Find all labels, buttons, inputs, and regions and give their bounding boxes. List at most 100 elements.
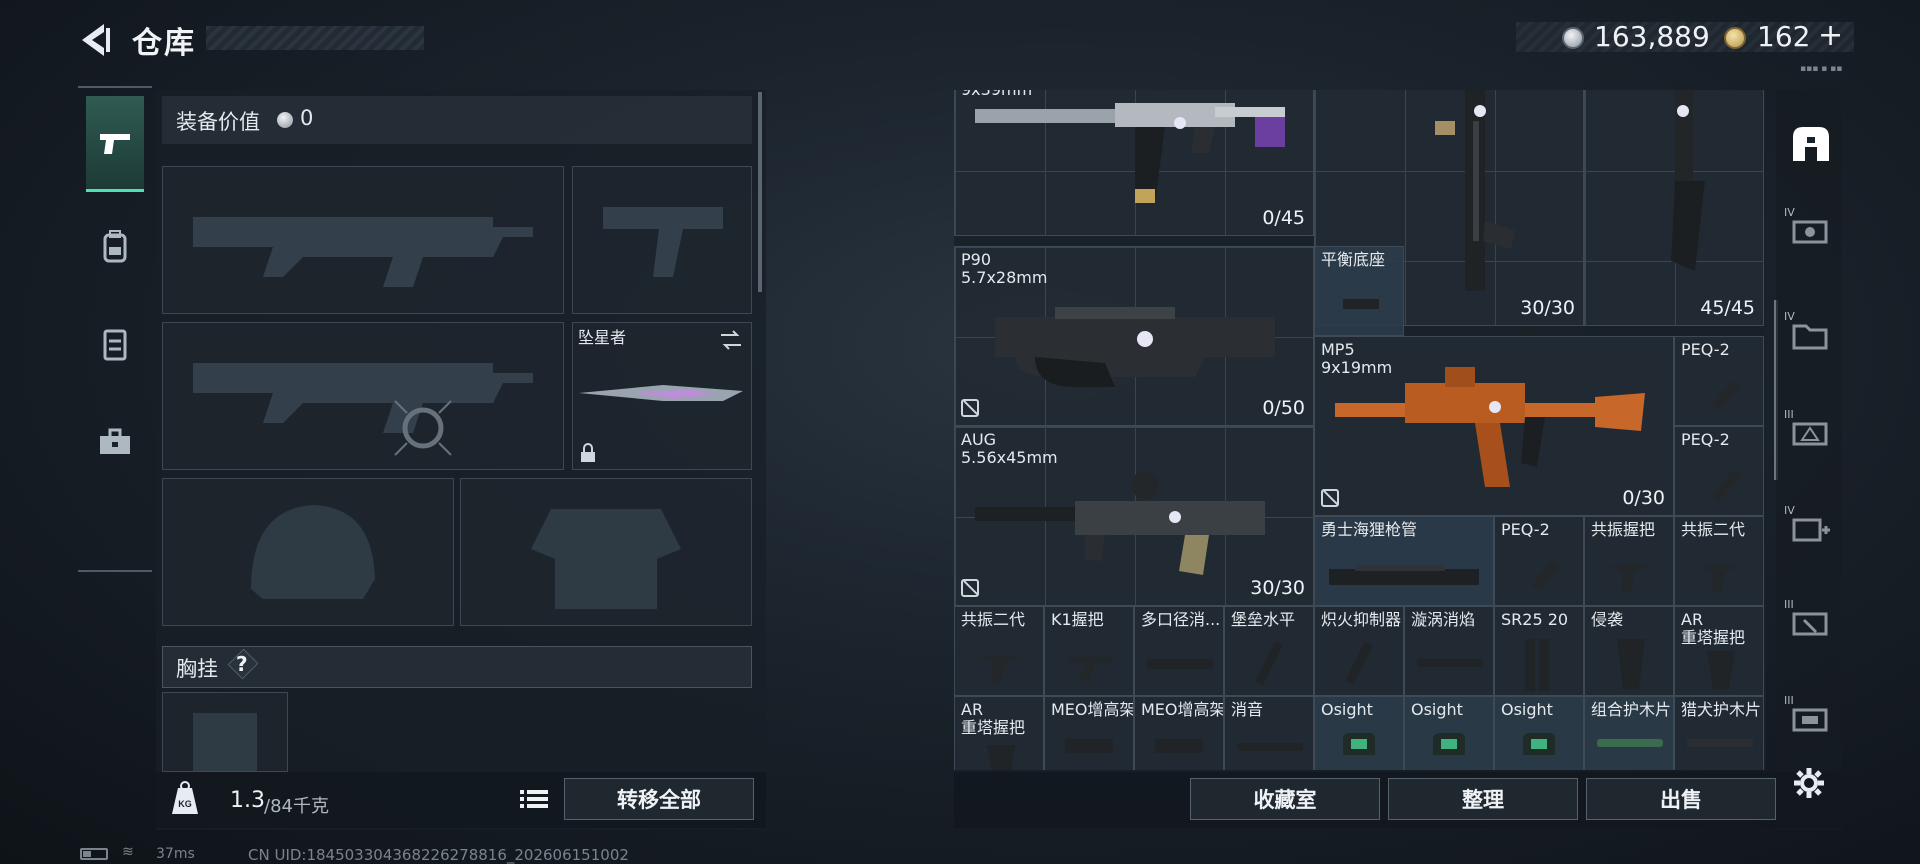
item-cell[interactable]: Osight (1404, 696, 1494, 770)
sight-icon (1433, 733, 1465, 755)
tier-label: III (1784, 408, 1794, 421)
tiny-label: ▪▪▪ ▪ ▪▪ (1800, 64, 1843, 74)
item-cell[interactable]: P90 5.7x28mm 0/50 (954, 246, 1314, 426)
category-misc-case[interactable]: III (1784, 694, 1834, 744)
item-cell[interactable]: K1握把 (1044, 606, 1134, 696)
item-cell[interactable]: PEQ-2 (1494, 516, 1584, 606)
item-cell[interactable]: 45/45 (1584, 90, 1764, 326)
suppressor-icon (1147, 659, 1213, 669)
token-balance: 162 (1757, 20, 1811, 53)
item-cell[interactable]: Osight (1314, 696, 1404, 770)
coin-balance: 163,889 (1594, 20, 1710, 53)
item-cell[interactable]: PEQ-2 (1674, 426, 1764, 516)
magazine-icon (1525, 639, 1549, 691)
item-name: 共振握把 (1591, 520, 1656, 539)
item-cell[interactable]: 组合护木片 (1584, 696, 1674, 770)
tab-weapons[interactable] (86, 96, 144, 192)
grip-icon (1699, 565, 1741, 593)
item-cell[interactable]: 多口径消... (1134, 606, 1224, 696)
pistol-grip-icon (1617, 639, 1645, 689)
back-button[interactable] (78, 20, 114, 60)
helmet-slot[interactable] (162, 478, 454, 626)
loadout-scrollbar[interactable] (758, 92, 762, 292)
user-uid: CN UID:1845033043682262788​16_2026061510… (248, 846, 629, 864)
weight-icon: KG (172, 781, 198, 814)
list-view-icon[interactable] (516, 782, 552, 816)
item-name: Osight (1411, 700, 1463, 719)
sidearm-slot[interactable] (572, 166, 752, 314)
tab-armor[interactable] (86, 296, 144, 392)
page-title: 仓库 (132, 26, 196, 61)
settings-gear-icon[interactable] (1792, 766, 1826, 800)
category-folder-case[interactable]: IV (1784, 310, 1834, 360)
weapon-case-icon (1792, 220, 1828, 244)
item-name: MEO增高架 (1051, 700, 1134, 719)
item-name: 堡垒水平 (1231, 610, 1296, 629)
rifle-stock-icon (1671, 90, 1705, 271)
grip-icon (1609, 565, 1651, 593)
swap-icon[interactable] (719, 329, 743, 351)
category-medical-case[interactable]: IV (1784, 504, 1834, 554)
tier-label: IV (1784, 504, 1795, 517)
item-cell[interactable]: 炽火抑制器 (1314, 606, 1404, 696)
warehouse-grid: 9x39mm 0/45 30/30 45/45 (954, 90, 1766, 770)
item-name: 侵袭 (1591, 610, 1624, 629)
item-cell[interactable]: MEO增高架 (1044, 696, 1134, 770)
chest-rig-label: 胸挂 (176, 657, 218, 681)
laser-icon (1711, 381, 1741, 411)
item-cell[interactable]: AR 重塔握把 (954, 696, 1044, 770)
battery-level (83, 851, 91, 857)
item-cell[interactable]: 猎犬护木片 (1674, 696, 1764, 770)
tab-backpack[interactable] (86, 198, 144, 294)
item-cell[interactable]: PEQ-2 (1674, 336, 1764, 426)
item-cell[interactable]: AR 重塔握把 (1674, 606, 1764, 696)
category-ammo-case[interactable]: III (1784, 408, 1834, 458)
title-decoration (206, 26, 424, 50)
item-count: 30/30 (1520, 297, 1575, 319)
suppressor-icon (1345, 641, 1373, 685)
item-name: 漩涡消焰 (1411, 610, 1476, 629)
item-cell[interactable]: 共振握把 (1584, 516, 1674, 606)
sell-button[interactable]: 出售 (1586, 778, 1776, 820)
item-cell[interactable]: 9x39mm 0/45 (954, 90, 1314, 236)
item-name: Osight (1321, 700, 1373, 719)
body-armor-slot[interactable] (460, 478, 752, 626)
coin-icon (1562, 27, 1584, 49)
item-cell[interactable]: 共振二代 (954, 606, 1044, 696)
item-cell[interactable]: SR25 20 (1494, 606, 1584, 696)
item-cell[interactable]: 漩涡消焰 (1404, 606, 1494, 696)
secondary-weapon-slot[interactable] (162, 322, 564, 470)
transfer-all-button[interactable]: 转移全部 (564, 778, 754, 820)
item-name: Osight (1501, 700, 1553, 719)
item-cell[interactable]: AUG 5.56x45mm 30/30 (954, 426, 1314, 606)
category-all[interactable] (1784, 118, 1838, 168)
collection-room-button[interactable]: 收藏室 (1190, 778, 1380, 820)
item-cell[interactable]: 消音 (1224, 696, 1314, 770)
item-cell[interactable]: Osight (1494, 696, 1584, 770)
item-cell[interactable]: 平衡底座 (1314, 246, 1404, 336)
armor-silhouette-icon (531, 509, 681, 609)
item-name: 多口径消... (1141, 610, 1221, 629)
item-cell[interactable]: 共振二代 (1674, 516, 1764, 606)
tab-toolbox[interactable] (86, 394, 144, 490)
item-name: PEQ-2 (1681, 430, 1730, 449)
vest-icon (103, 329, 127, 361)
tier-label: IV (1784, 206, 1795, 219)
category-weapon-case[interactable]: IV (1784, 206, 1834, 256)
backpack-icon (103, 230, 127, 263)
item-cell[interactable]: 勇士海狸枪管 (1314, 516, 1494, 606)
item-cell[interactable]: 侵袭 (1584, 606, 1674, 696)
primary-weapon-slot[interactable] (162, 166, 564, 314)
item-name: 平衡底座 (1321, 250, 1386, 269)
no-magazine-icon (1321, 489, 1339, 507)
item-cell[interactable]: MP5 9x19mm 0/30 (1314, 336, 1674, 516)
category-tool-case[interactable]: III (1784, 598, 1834, 648)
item-cell[interactable]: MEO增高架 (1134, 696, 1224, 770)
folder-case-icon (1792, 324, 1828, 350)
chest-rig-slot[interactable] (162, 692, 288, 772)
weight-max: /84千克 (264, 796, 329, 817)
rifle-icon (975, 103, 1285, 203)
organize-button[interactable]: 整理 (1388, 778, 1578, 820)
item-cell[interactable]: 堡垒水平 (1224, 606, 1314, 696)
add-currency-button[interactable]: + (1818, 18, 1843, 53)
